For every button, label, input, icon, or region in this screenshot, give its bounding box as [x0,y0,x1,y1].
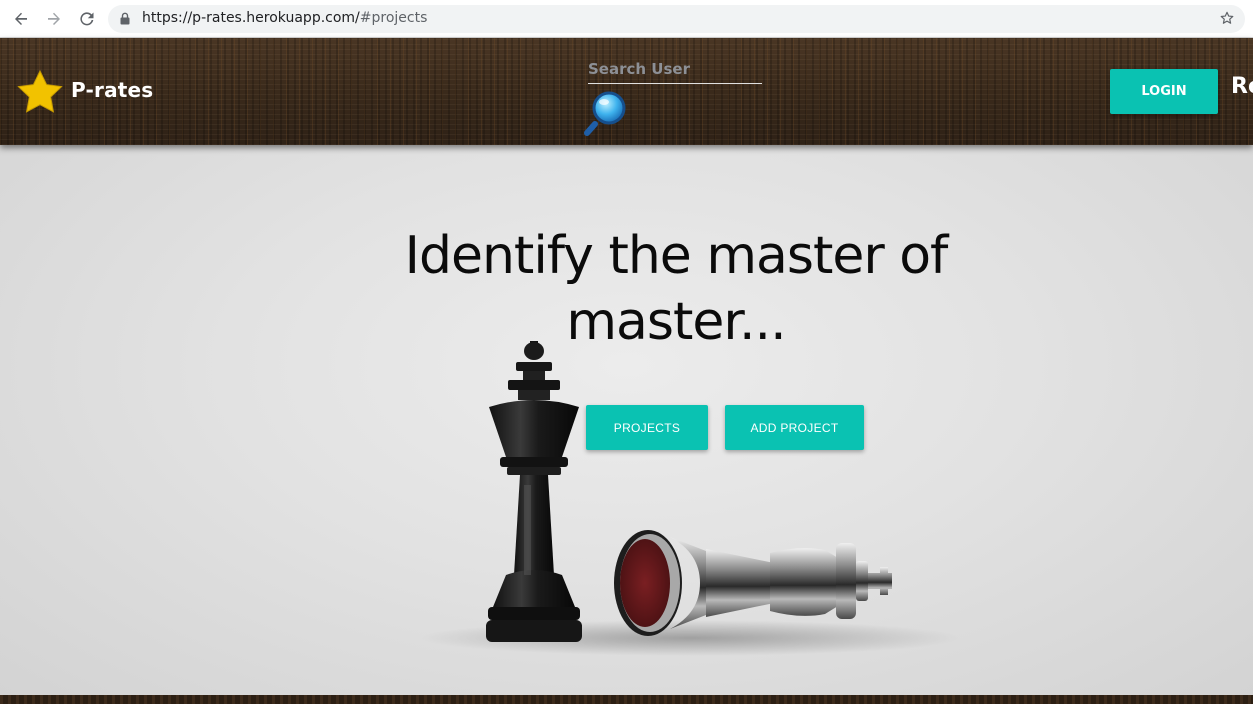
url-text: https://p-rates.herokuapp.com/#projects [142,10,427,26]
hero-headline: Identify the master of master... [404,226,949,352]
back-button[interactable] [9,7,33,31]
search-input[interactable] [588,54,762,84]
projects-button[interactable]: PROJECTS [586,405,708,450]
site-header: P-rates LOGIN Re [0,38,1253,145]
browser-toolbar: https://p-rates.herokuapp.com/#projects [0,0,1253,38]
arrow-left-icon [15,12,27,25]
arrow-right-icon [48,12,60,25]
login-button[interactable]: LOGIN [1110,69,1218,114]
url-hash: #projects [359,10,428,26]
register-link[interactable]: Re [1231,74,1253,99]
reload-icon [80,12,94,26]
magnifier-icon[interactable] [583,88,631,136]
brand-name[interactable]: P-rates [71,78,153,102]
hero-section: Identify the master of master... PROJECT… [0,145,1253,695]
url-main: https://p-rates.herokuapp.com/ [142,10,360,26]
add-project-button[interactable]: ADD PROJECT [725,405,864,450]
black-king-piece [486,341,582,642]
page-footer-strip [0,695,1253,704]
search-form [588,54,762,84]
fallen-silver-king-piece [614,530,892,636]
brand-logo[interactable] [17,70,63,114]
star-outline-icon[interactable] [1219,10,1235,26]
lock-icon [120,12,130,25]
forward-button[interactable] [42,7,66,31]
star-icon [17,70,63,113]
address-bar[interactable]: https://p-rates.herokuapp.com/#projects [108,5,1245,33]
reload-button[interactable] [75,7,99,31]
